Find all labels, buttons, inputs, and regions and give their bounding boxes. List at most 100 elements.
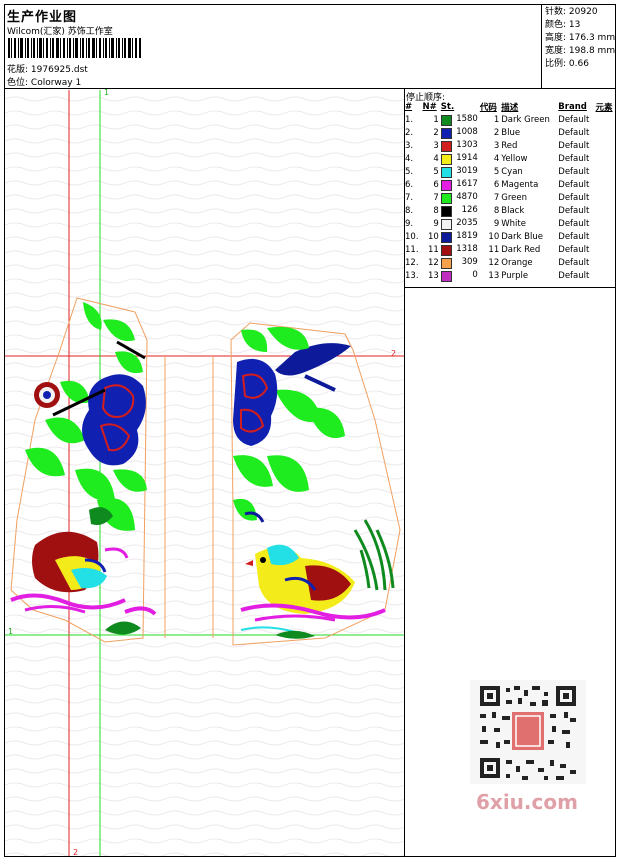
stop-index: 2. xyxy=(405,127,414,138)
colorway-value: Colorway 1 xyxy=(30,78,82,88)
design-value: 1976925.dst xyxy=(30,65,88,75)
stop-description: Cyan xyxy=(501,166,523,177)
color-swatch xyxy=(440,205,452,217)
stop-stitch-count: 0 xyxy=(472,269,478,280)
table-row: 1. 1 1580 1 Dark Green Default xyxy=(404,113,616,126)
stop-index: 13. xyxy=(405,270,419,281)
stop-code: 6 xyxy=(493,179,500,190)
col-needle: N# xyxy=(422,102,437,112)
stop-stitches: 4870 xyxy=(440,191,479,204)
stop-needle: 5 xyxy=(433,166,439,177)
stop-index: 11. xyxy=(405,244,419,255)
stop-brand: Default xyxy=(558,192,590,203)
stop-code: 7 xyxy=(493,192,500,203)
stop-needle: 12 xyxy=(427,257,439,268)
stop-stitches: 1819 xyxy=(440,230,479,243)
color-swatch xyxy=(440,192,452,204)
stop-code: 5 xyxy=(493,166,500,177)
stop-stitch-count: 3019 xyxy=(456,165,478,176)
stop-stitch-count: 1819 xyxy=(456,230,478,241)
stop-brand: Default xyxy=(558,166,590,177)
stop-element xyxy=(595,178,616,191)
stop-code: 9 xyxy=(493,218,500,229)
stop-stitches: 126 xyxy=(440,204,479,217)
color-swatch xyxy=(440,114,452,126)
design-file-row: 花版: 1976925.dst xyxy=(7,62,88,75)
design-scale: 比例: 0.66 xyxy=(545,59,589,69)
stop-description: Orange xyxy=(501,257,533,268)
stop-code: 13 xyxy=(488,270,500,281)
stop-needle: 9 xyxy=(433,218,439,229)
stop-needle: 4 xyxy=(433,153,439,164)
stop-brand: Default xyxy=(558,140,590,151)
stop-code: 4 xyxy=(493,153,500,164)
color-swatch xyxy=(440,179,452,191)
stop-index: 1. xyxy=(405,114,414,125)
color-count: 颜色: 13 xyxy=(545,20,581,30)
stop-stitch-count: 1303 xyxy=(456,139,478,150)
stop-index: 10. xyxy=(405,231,419,242)
colorway-row: 色位: Colorway 1 xyxy=(7,75,81,88)
table-row: 8. 8 126 8 Black Default xyxy=(404,204,616,217)
axis-marker-red-right: 2 xyxy=(391,349,397,358)
design-height: 高度: 176.3 mm xyxy=(545,33,616,43)
stop-brand: Default xyxy=(558,231,590,242)
stop-index: 5. xyxy=(405,166,414,177)
stop-stitches: 0 xyxy=(440,269,479,282)
color-swatch xyxy=(440,153,452,165)
stop-description: Red xyxy=(501,140,518,151)
stop-needle: 13 xyxy=(427,270,439,281)
stop-code: 12 xyxy=(488,257,500,268)
stop-element xyxy=(595,230,616,243)
color-swatch xyxy=(440,244,452,256)
color-swatch xyxy=(440,270,452,282)
table-row: 11. 11 1318 11 Dark Red Default xyxy=(404,243,616,256)
stop-description: Blue xyxy=(501,127,521,138)
stop-description: Magenta xyxy=(501,179,539,190)
table-row: 12. 12 309 12 Orange Default xyxy=(404,256,616,269)
design-label: 花版: xyxy=(7,65,29,75)
stop-brand: Default xyxy=(558,114,590,125)
stop-needle: 10 xyxy=(427,231,439,242)
color-swatch xyxy=(440,257,452,269)
stop-description: Yellow xyxy=(501,153,528,164)
stop-index: 6. xyxy=(405,179,414,190)
col-description: 描述 xyxy=(501,103,519,113)
stop-needle: 1 xyxy=(433,114,439,125)
stop-element xyxy=(595,256,616,269)
stop-index: 8. xyxy=(405,205,414,216)
stop-brand: Default xyxy=(558,257,590,268)
stop-stitch-count: 4870 xyxy=(456,191,478,202)
stop-element xyxy=(595,139,616,152)
stop-stitches: 1318 xyxy=(440,243,479,256)
table-bottom-rule xyxy=(404,287,616,288)
stop-stitch-count: 1914 xyxy=(456,152,478,163)
stop-brand: Default xyxy=(558,218,590,229)
stop-stitch-count: 1580 xyxy=(456,113,478,124)
table-row: 9. 9 2035 9 White Default xyxy=(404,217,616,230)
col-element: 元素 xyxy=(595,103,613,113)
stop-stitch-count: 1008 xyxy=(456,126,478,137)
stop-stitches: 1914 xyxy=(440,152,479,165)
color-swatch xyxy=(440,127,452,139)
embroidery-preview xyxy=(5,90,404,856)
stop-needle: 11 xyxy=(427,244,439,255)
color-swatch xyxy=(440,231,452,243)
stop-brand: Default xyxy=(558,270,590,281)
stop-stitches: 1617 xyxy=(440,178,479,191)
stop-needle: 3 xyxy=(433,140,439,151)
color-swatch xyxy=(440,218,452,230)
stop-description: Purple xyxy=(501,270,529,281)
stop-brand: Default xyxy=(558,205,590,216)
stop-index: 4. xyxy=(405,153,414,164)
stop-stitch-count: 2035 xyxy=(456,217,478,228)
table-row: 3. 3 1303 3 Red Default xyxy=(404,139,616,152)
stop-element xyxy=(595,269,616,282)
stop-element xyxy=(595,243,616,256)
stop-stitch-count: 1617 xyxy=(456,178,478,189)
stop-description: Dark Green xyxy=(501,114,550,125)
stop-element xyxy=(595,204,616,217)
stop-description: Black xyxy=(501,205,525,216)
stop-code: 10 xyxy=(488,231,500,242)
stop-needle: 7 xyxy=(433,192,439,203)
